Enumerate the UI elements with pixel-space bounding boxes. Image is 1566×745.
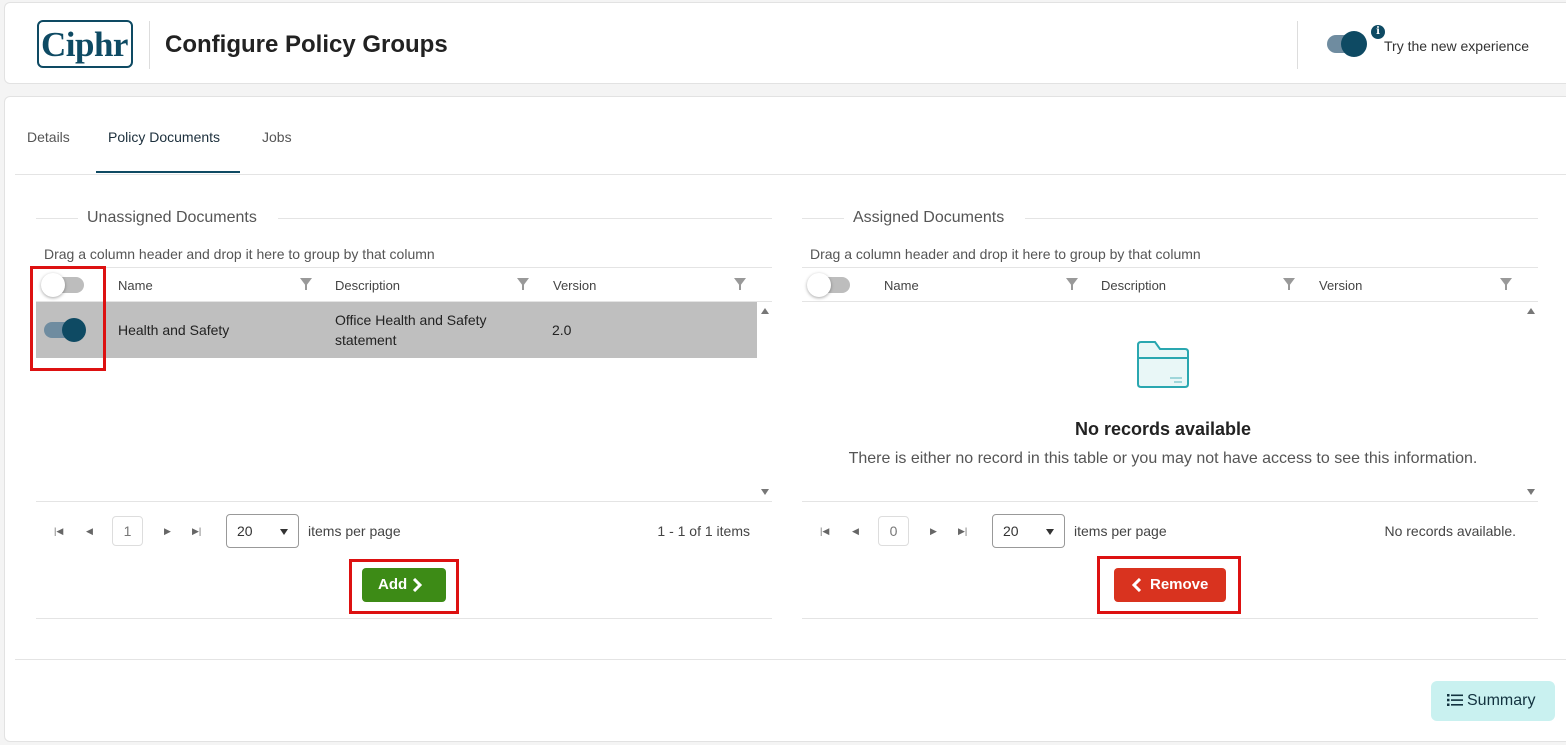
cell-description-line2: statement (335, 332, 397, 348)
group-by-hint[interactable]: Drag a column header and drop it here to… (810, 246, 1201, 262)
highlight-frame (1097, 556, 1241, 614)
pager-info: 1 - 1 of 1 items (657, 523, 750, 539)
filter-icon[interactable] (1500, 278, 1512, 290)
new-experience-label: Try the new experience (1384, 38, 1529, 54)
info-icon[interactable]: i (1371, 25, 1385, 39)
header-divider (149, 21, 150, 69)
page-title: Configure Policy Groups (165, 31, 448, 58)
page-size-value: 20 (237, 523, 253, 539)
toggle-knob (1341, 31, 1367, 57)
tab-policy-documents[interactable]: Policy Documents (108, 129, 220, 145)
items-per-page-label: items per page (308, 523, 401, 539)
page-size-value: 20 (1003, 523, 1019, 539)
panel-bottom-divider (802, 618, 1538, 619)
first-page-icon[interactable]: |◀ (820, 526, 829, 537)
filter-icon[interactable] (1283, 278, 1295, 290)
prev-page-icon[interactable]: ◀ (86, 526, 93, 537)
page-size-select[interactable]: 20 (226, 514, 299, 548)
filter-icon[interactable] (734, 278, 746, 290)
page-number[interactable]: 1 (112, 516, 143, 546)
footer-divider (15, 659, 1566, 660)
group-by-hint[interactable]: Drag a column header and drop it here to… (44, 246, 435, 262)
cell-version: 2.0 (552, 322, 572, 338)
column-header-description[interactable]: Description (1101, 278, 1166, 293)
cell-description: Office Health and Safety (335, 312, 487, 328)
cell-name: Health and Safety (118, 322, 230, 338)
column-header-name[interactable]: Name (884, 278, 919, 293)
unassigned-title: Unassigned Documents (87, 209, 257, 226)
scroll-up-icon[interactable] (1527, 308, 1535, 314)
filter-icon[interactable] (300, 278, 312, 290)
app-header: Ciphr Configure Policy Groups i Try the … (4, 2, 1566, 84)
tab-jobs[interactable]: Jobs (262, 129, 292, 145)
next-page-icon[interactable]: ▶ (930, 526, 937, 537)
main-card: Details Policy Documents Jobs Unassigned… (4, 96, 1566, 742)
column-header-version[interactable]: Version (1319, 278, 1362, 293)
column-header-name[interactable]: Name (118, 278, 153, 293)
panel-bottom-divider (36, 618, 772, 619)
pager: |◀ ◀ 0 ▶ ▶| 20 items per page No records… (802, 502, 1538, 562)
unassigned-documents-panel: Unassigned Documents Drag a column heade… (36, 205, 772, 619)
list-icon (1447, 694, 1463, 706)
header-divider-right (1297, 21, 1298, 69)
page-number[interactable]: 0 (878, 516, 909, 546)
filter-icon[interactable] (517, 278, 529, 290)
items-per-page-label: items per page (1074, 523, 1167, 539)
highlight-frame (349, 559, 459, 614)
column-header-description[interactable]: Description (335, 278, 400, 293)
pager-info: No records available. (1384, 523, 1516, 539)
tab-details[interactable]: Details (27, 129, 70, 145)
grid-body: No records available There is either no … (802, 302, 1538, 502)
legend-line-left (36, 218, 78, 219)
vertical-scrollbar[interactable] (1524, 302, 1538, 501)
empty-state-title: No records available (1074, 419, 1252, 439)
legend-line-right (278, 218, 772, 219)
last-page-icon[interactable]: ▶| (958, 526, 967, 537)
pager: |◀ ◀ 1 ▶ ▶| 20 items per page 1 - 1 of 1… (36, 502, 772, 562)
empty-folder-icon (1137, 341, 1189, 388)
scroll-down-icon[interactable] (761, 489, 769, 495)
legend-line-left (802, 218, 844, 219)
logo-text: Ciphr (41, 25, 128, 64)
table-row[interactable]: Health and Safety Office Health and Safe… (36, 302, 757, 358)
summary-button-label: Summary (1467, 692, 1536, 709)
grid-header: Name Description Version (36, 267, 772, 302)
last-page-icon[interactable]: ▶| (192, 526, 201, 537)
scroll-down-icon[interactable] (1527, 489, 1535, 495)
chevron-down-icon (280, 529, 288, 535)
ciphr-logo[interactable]: Ciphr (37, 20, 133, 68)
page-size-select[interactable]: 20 (992, 514, 1065, 548)
select-all-toggle[interactable] (807, 273, 850, 297)
chevron-down-icon (1046, 529, 1054, 535)
next-page-icon[interactable]: ▶ (164, 526, 171, 537)
filter-icon[interactable] (1066, 278, 1078, 290)
empty-state-text: There is either no record in this table … (848, 450, 1478, 467)
assigned-title: Assigned Documents (853, 209, 1005, 226)
scroll-up-icon[interactable] (761, 308, 769, 314)
grid-header: Name Description Version (802, 267, 1538, 302)
column-header-version[interactable]: Version (553, 278, 596, 293)
tab-divider (15, 174, 1566, 175)
grid-body: Health and Safety Office Health and Safe… (36, 302, 772, 502)
legend-line-right (1025, 218, 1538, 219)
vertical-scrollbar[interactable] (758, 302, 772, 501)
prev-page-icon[interactable]: ◀ (852, 526, 859, 537)
toggle-knob (807, 273, 831, 297)
active-tab-indicator (96, 171, 240, 173)
highlight-frame (30, 266, 106, 371)
new-experience-toggle[interactable] (1327, 31, 1367, 57)
summary-button[interactable]: Summary (1431, 681, 1555, 721)
first-page-icon[interactable]: |◀ (54, 526, 63, 537)
